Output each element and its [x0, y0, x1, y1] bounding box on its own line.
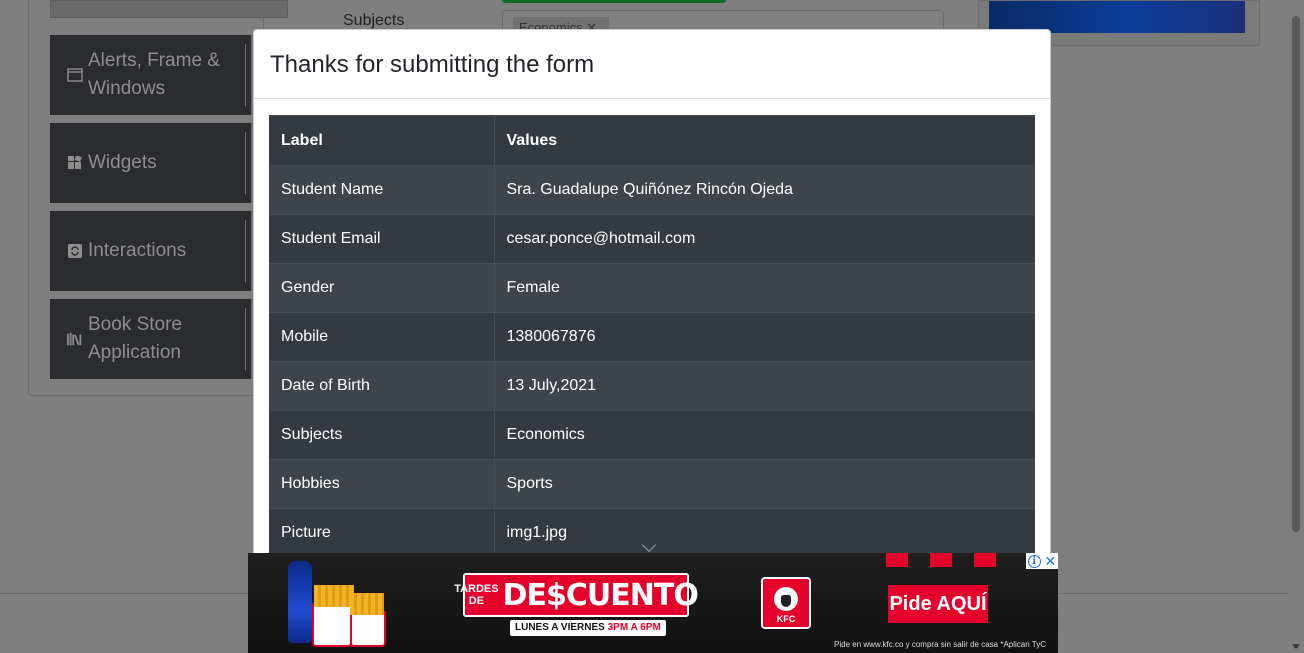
- sidebar-group-alerts[interactable]: Alerts, Frame & Windows: [50, 35, 252, 115]
- subjects-label: Subjects: [343, 12, 405, 29]
- row-label: Subjects: [269, 410, 495, 460]
- row-value: cesar.ponce@hotmail.com: [494, 214, 1035, 264]
- sidebar-group-label: Alerts, Frame & Windows: [88, 50, 220, 99]
- submit-button-edge: [502, 0, 726, 3]
- ad-close-icon[interactable]: ✕: [1044, 554, 1056, 568]
- row-label: Gender: [269, 263, 495, 313]
- row-value: img1.jpg: [494, 508, 1035, 558]
- row-label: Student Email: [269, 214, 495, 264]
- fries-image: [314, 585, 354, 607]
- ad-decoration: [930, 553, 952, 567]
- colonel-face-icon: [774, 587, 798, 611]
- ad-decoration: [974, 553, 996, 567]
- table-header-row: Label Values: [269, 115, 1035, 166]
- table-row: Student Name Sra. Guadalupe Quiñónez Rin…: [269, 165, 1035, 215]
- divider: [245, 308, 246, 370]
- books-icon: [67, 331, 83, 347]
- modal-header: Thanks for submitting the form: [254, 30, 1050, 99]
- row-value: 1380067876: [494, 312, 1035, 362]
- ad-headline-prefix: TARDES DE: [454, 583, 498, 607]
- table-row: Picture img1.jpg: [269, 508, 1035, 558]
- row-label: Date of Birth: [269, 361, 495, 411]
- submission-table: Label Values Student Name Sra. Guadalupe…: [269, 115, 1035, 558]
- sidebar-group-label: Book Store Application: [88, 314, 182, 363]
- sidebar-group-label: Interactions: [88, 240, 187, 261]
- row-value: Sra. Guadalupe Quiñónez Rincón Ojeda: [494, 165, 1035, 215]
- table-row: Student Email cesar.ponce@hotmail.com: [269, 214, 1035, 264]
- ad-schedule-hours: 3PM A 6PM: [607, 622, 661, 633]
- fries-image: [350, 593, 384, 615]
- table-row: Gender Female: [269, 263, 1035, 313]
- divider: [245, 220, 246, 282]
- kfc-logo-text: KFC: [776, 614, 796, 624]
- ad-schedule-days: LUNES A VIERNES: [515, 622, 605, 633]
- window-icon: [67, 67, 83, 83]
- ad-fine-print: Pide en www.kfc.co y compra sin salir de…: [834, 640, 1046, 649]
- scrollbar-thumb[interactable]: [1292, 16, 1300, 532]
- row-label: Picture: [269, 508, 495, 558]
- widgets-icon: [67, 155, 83, 171]
- row-value: Economics: [494, 410, 1035, 460]
- table-row: Date of Birth 13 July,2021: [269, 361, 1035, 411]
- modal-title: Thanks for submitting the form: [270, 51, 595, 78]
- ad-headline-prefix-line: DE: [468, 595, 485, 607]
- ad-schedule: LUNES A VIERNES 3PM A 6PM: [510, 620, 666, 636]
- soda-bottle-image: [288, 561, 312, 643]
- column-header-values: Values: [494, 115, 1035, 166]
- row-label: Mobile: [269, 312, 495, 362]
- table-row: Mobile 1380067876: [269, 312, 1035, 362]
- ad-banner[interactable]: TARDES DE DE$CUENTO LUNES A VIERNES 3PM …: [248, 553, 1058, 653]
- sidebar-group-widgets[interactable]: Widgets: [50, 123, 252, 203]
- kfc-bucket-image: [312, 603, 352, 647]
- ad-order-button[interactable]: Pide AQUÍ: [888, 585, 988, 623]
- ad-controls: i ✕: [1026, 553, 1058, 569]
- row-label: Hobbies: [269, 459, 495, 509]
- row-label: Student Name: [269, 165, 495, 215]
- ad-decoration: [886, 553, 908, 567]
- row-value: Sports: [494, 459, 1035, 509]
- ad-headline: TARDES DE DE$CUENTO: [454, 573, 699, 617]
- ad-headline-main: DE$CUENTO: [502, 577, 699, 613]
- table-row: Subjects Economics: [269, 410, 1035, 460]
- page-scrollbar[interactable]: [1288, 0, 1304, 653]
- sidebar-group-label: Widgets: [88, 152, 157, 173]
- ad-headline-prefix-line: TARDES: [454, 583, 499, 595]
- kfc-logo: KFC: [761, 577, 811, 629]
- sidebar-group-interactions[interactable]: Interactions: [50, 211, 252, 291]
- column-header-label: Label: [269, 115, 495, 166]
- ad-info-icon[interactable]: i: [1027, 554, 1041, 568]
- modal-body: Label Values Student Name Sra. Guadalupe…: [254, 99, 1050, 558]
- kfc-bucket-image: [350, 611, 386, 647]
- scroll-down-arrow-icon[interactable]: [1292, 644, 1300, 649]
- sidebar-group-book-store[interactable]: Book Store Application: [50, 299, 252, 379]
- interactions-icon: [67, 243, 83, 259]
- table-row: Hobbies Sports: [269, 459, 1035, 509]
- divider: [245, 44, 246, 106]
- row-value: 13 July,2021: [494, 361, 1035, 411]
- sidebar-group-collapsed[interactable]: [50, 0, 288, 18]
- divider: [245, 132, 246, 194]
- row-value: Female: [494, 263, 1035, 313]
